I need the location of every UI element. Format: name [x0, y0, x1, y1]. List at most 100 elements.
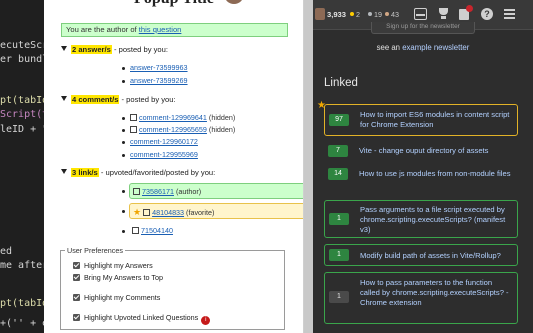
- pref-label: Bring My Answers to Top: [84, 273, 163, 282]
- question-title-link[interactable]: How to import ES6 modules in content scr…: [360, 110, 512, 130]
- question-title-link[interactable]: Pass arguments to a file script executed…: [360, 205, 512, 235]
- bullet: [122, 117, 125, 120]
- comment-link[interactable]: comment-129955969: [130, 150, 198, 159]
- page-scrollbar[interactable]: [523, 30, 533, 333]
- linked-author-row[interactable]: 73586171 (author): [129, 183, 303, 199]
- external-link-icon[interactable]: [133, 188, 140, 195]
- question-title-link[interactable]: How to pass parameters to the function c…: [360, 278, 512, 308]
- bullet: [122, 190, 125, 193]
- collapse-triangle-icon[interactable]: [61, 46, 67, 51]
- bullet: [122, 80, 125, 83]
- bullet: [122, 210, 125, 213]
- newsletter-signup-button[interactable]: Sign up for the newsletter: [371, 22, 475, 34]
- answers-section-header[interactable]: 2 answer/s - posted by you:: [61, 45, 168, 54]
- linked-favorite-row[interactable]: ★ 48104833 (favorite): [129, 203, 303, 219]
- silver-badges[interactable]: 19: [368, 10, 382, 19]
- code-line: +('' + el: [0, 318, 44, 329]
- checkbox[interactable]: [73, 294, 80, 301]
- linked-question-link[interactable]: 71504140: [141, 226, 173, 235]
- answers-count: 2 answer/s: [71, 45, 112, 54]
- answer-link-text[interactable]: answer-73599269: [130, 76, 188, 85]
- question-title-link[interactable]: How to use js modules from non-module fi…: [359, 169, 511, 179]
- code-editor[interactable]: ecuteScript. er bundlin pt(tabId, Script…: [0, 0, 44, 333]
- answer-link[interactable]: answer-73599269: [130, 76, 188, 85]
- code-line: pt(tabId,: [0, 298, 44, 309]
- question-score: 1: [329, 249, 349, 261]
- linked-question-link[interactable]: 48104833: [152, 208, 184, 217]
- linked-question[interactable]: 14 How to use js modules from non-module…: [324, 166, 518, 192]
- question-score: 14: [328, 168, 348, 180]
- comment-link-text[interactable]: comment-129955969: [130, 150, 198, 159]
- comment-link-text[interactable]: comment-129965659: [139, 125, 207, 134]
- pref-answers-to-top[interactable]: Bring My Answers to Top: [73, 273, 163, 282]
- bronze-badges[interactable]: 43: [385, 10, 399, 19]
- comment-link[interactable]: comment-129965659 (hidden): [130, 125, 235, 134]
- example-newsletter-link[interactable]: example newsletter: [402, 43, 469, 52]
- this-question-link[interactable]: this question: [139, 25, 182, 34]
- question-score: 1: [329, 213, 349, 225]
- answer-link[interactable]: answer-73599963: [130, 63, 188, 72]
- code-line: er bundlin: [0, 54, 44, 65]
- code-line: ecuteScript.: [0, 40, 44, 51]
- linked-question[interactable]: 1 Pass arguments to a file script execut…: [324, 200, 518, 238]
- linked-question[interactable]: 97 How to import ES6 modules in content …: [324, 104, 518, 136]
- comment-link-text[interactable]: comment-129969641: [139, 113, 207, 122]
- pref-highlight-linked[interactable]: Highlight Upvoted Linked Questions i: [73, 313, 211, 325]
- question-title-link[interactable]: Vite - change ouput directory of assets: [359, 146, 511, 156]
- gold-badge-icon: [350, 12, 354, 16]
- linked-plain-row[interactable]: 71504140: [129, 223, 303, 239]
- linked-question[interactable]: 1 How to pass parameters to the function…: [324, 272, 518, 324]
- pref-label: Highlight my Comments: [84, 293, 161, 302]
- trophy-icon[interactable]: [437, 8, 450, 20]
- comment-link-text[interactable]: comment-129960172: [130, 137, 198, 146]
- checkbox[interactable]: [73, 314, 80, 321]
- help-icon[interactable]: ?: [481, 8, 493, 20]
- gold-badges[interactable]: 2: [350, 10, 360, 19]
- answer-link-text[interactable]: answer-73599963: [130, 63, 188, 72]
- linked-question[interactable]: 1 Modify build path of assets in Vite/Ro…: [324, 244, 518, 266]
- external-link-icon[interactable]: [132, 227, 139, 234]
- silver-count: 19: [374, 10, 382, 19]
- inbox-icon[interactable]: [414, 8, 427, 20]
- external-link-icon[interactable]: [130, 126, 137, 133]
- code-line: pt(tabId,: [0, 95, 44, 106]
- checkbox[interactable]: [73, 274, 80, 281]
- external-link-icon[interactable]: [130, 114, 137, 121]
- divider: [304, 0, 313, 333]
- pref-label: Highlight my Answers: [84, 261, 153, 270]
- comments-count: 4 comment/s: [71, 95, 120, 104]
- comment-note: (hidden): [206, 125, 236, 134]
- user-preferences: User Preferences Highlight my Answers Br…: [60, 246, 285, 330]
- reputation[interactable]: 3,933: [327, 10, 346, 19]
- collapse-triangle-icon[interactable]: [61, 96, 67, 101]
- newsletter-prefix: see an: [376, 43, 403, 52]
- user-avatar[interactable]: [315, 8, 325, 20]
- extension-popup: Popup Title You are the author of this q…: [44, 0, 304, 333]
- menu-icon[interactable]: [503, 8, 516, 20]
- external-link-icon[interactable]: [143, 209, 151, 216]
- author-notice: You are the author of this question: [61, 23, 288, 37]
- link-note: (author): [173, 187, 202, 196]
- linked-question-link[interactable]: 73586171: [142, 187, 174, 196]
- comment-link[interactable]: comment-129969641 (hidden): [130, 113, 235, 122]
- comment-note: (hidden): [206, 113, 236, 122]
- links-section-header[interactable]: 3 link/s - upvoted/favorited/posted by y…: [61, 168, 215, 177]
- bullet: [122, 67, 125, 70]
- pref-label: Highlight Upvoted Linked Questions: [84, 313, 199, 322]
- pref-highlight-answers[interactable]: Highlight my Answers: [73, 261, 153, 270]
- checkbox[interactable]: [73, 262, 80, 269]
- comments-section-header[interactable]: 4 comment/s - posted by you:: [61, 95, 176, 104]
- linked-question[interactable]: 7 Vite - change ouput directory of asset…: [324, 143, 518, 159]
- info-icon[interactable]: i: [201, 316, 211, 325]
- bullet: [122, 230, 125, 233]
- answers-suffix: - posted by you:: [111, 45, 168, 54]
- collapse-triangle-icon[interactable]: [61, 169, 67, 174]
- question-title-link[interactable]: Modify build path of assets in Vite/Roll…: [360, 251, 512, 261]
- link-note: (favorite): [184, 208, 215, 217]
- bronze-count: 43: [391, 10, 399, 19]
- review-icon[interactable]: [458, 5, 473, 20]
- gold-count: 2: [356, 10, 360, 19]
- code-line: Script(tab: [0, 109, 44, 120]
- pref-highlight-comments[interactable]: Highlight my Comments: [73, 293, 160, 302]
- comment-link[interactable]: comment-129960172: [130, 137, 198, 146]
